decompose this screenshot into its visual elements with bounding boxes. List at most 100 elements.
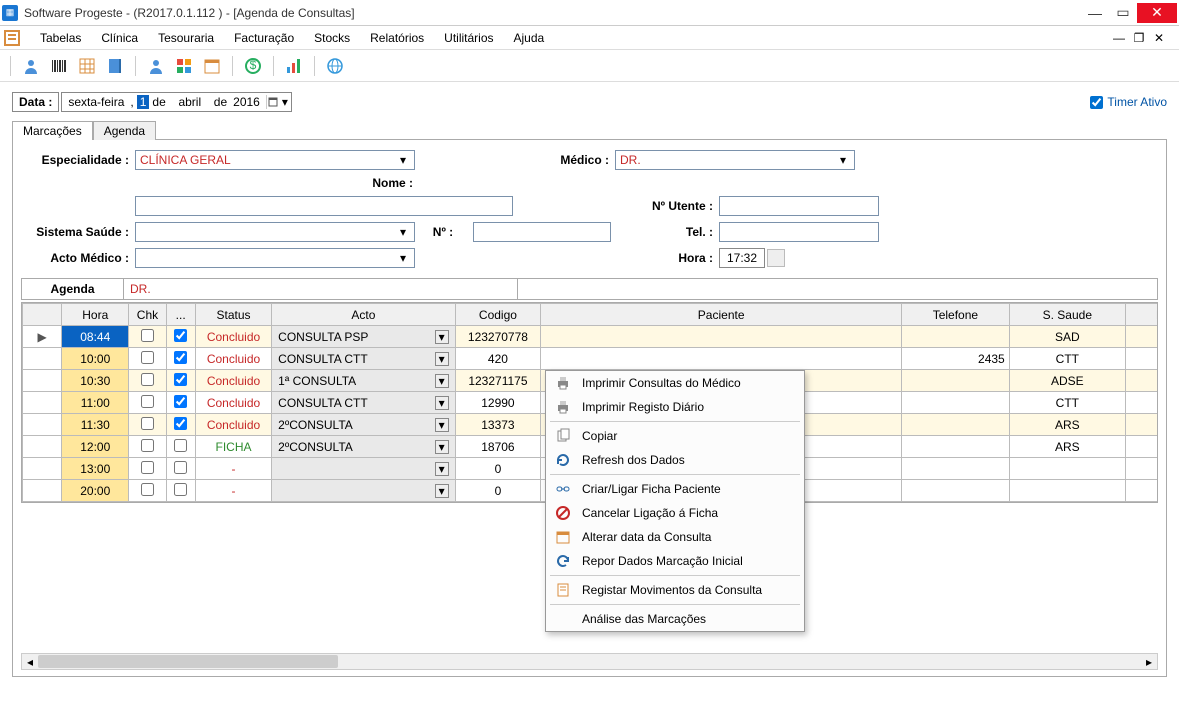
- chevron-down-icon[interactable]: ▾: [435, 484, 449, 498]
- scroll-right-icon[interactable]: ▸: [1141, 654, 1157, 669]
- chevron-down-icon[interactable]: ▾: [435, 374, 449, 388]
- child-restore-button[interactable]: ❐: [1131, 30, 1147, 46]
- toolbar: $: [0, 50, 1179, 82]
- ctx-refresh-dos-dados[interactable]: Refresh dos Dados: [546, 448, 804, 472]
- row-ell[interactable]: [174, 351, 187, 364]
- ctx-registar-movimentos-da-consulta[interactable]: Registar Movimentos da Consulta: [546, 578, 804, 602]
- chevron-down-icon: ▾: [396, 153, 410, 167]
- row-chk[interactable]: [141, 483, 154, 496]
- minimize-button[interactable]: —: [1081, 3, 1109, 23]
- colored-grid-icon[interactable]: [172, 54, 196, 78]
- combo-medico[interactable]: DR.▾: [615, 150, 855, 170]
- titlebar: ▦ Software Progeste - (R2017.0.1.112 ) -…: [0, 0, 1179, 26]
- menubar: TabelasClínicaTesourariaFacturaçãoStocks…: [0, 26, 1179, 50]
- time-button[interactable]: [767, 249, 785, 267]
- person2-icon[interactable]: [144, 54, 168, 78]
- timer-ativo-checkbox[interactable]: Timer Ativo: [1090, 95, 1167, 109]
- barcode-icon[interactable]: [47, 54, 71, 78]
- menu-stocks[interactable]: Stocks: [304, 29, 360, 47]
- horizontal-scrollbar[interactable]: ◂ ▸: [21, 653, 1158, 670]
- row-chk[interactable]: [141, 461, 154, 474]
- row-chk[interactable]: [141, 395, 154, 408]
- agenda-header: Agenda DR.: [21, 278, 1158, 300]
- input-tel[interactable]: [719, 222, 879, 242]
- tab-marcacoes[interactable]: Marcações: [12, 121, 93, 140]
- calendar-dropdown-icon[interactable]: [266, 95, 280, 109]
- chevron-down-icon: ▾: [396, 225, 410, 239]
- globe-icon[interactable]: [323, 54, 347, 78]
- date-picker[interactable]: sexta-feira , 1 de abril de 2016 ▾: [61, 92, 292, 112]
- row-ell[interactable]: [174, 395, 187, 408]
- date-label: Data :: [12, 92, 59, 112]
- row-ell[interactable]: [174, 417, 187, 430]
- child-minimize-button[interactable]: —: [1111, 30, 1127, 46]
- chevron-down-icon[interactable]: ▾: [435, 418, 449, 432]
- menu-utilitários[interactable]: Utilitários: [434, 29, 503, 47]
- chevron-down-icon[interactable]: ▾: [435, 330, 449, 344]
- lbl-tel: Tel. :: [615, 225, 715, 239]
- ctx-repor-dados-marca-o-inicial[interactable]: Repor Dados Marcação Inicial: [546, 549, 804, 573]
- combo-acto[interactable]: ▾: [135, 248, 415, 268]
- ctx-an-lise-das-marca-es[interactable]: Análise das Marcações: [546, 607, 804, 631]
- row-ell[interactable]: [174, 373, 187, 386]
- menu-ajuda[interactable]: Ajuda: [504, 29, 555, 47]
- menu-tabelas[interactable]: Tabelas: [30, 29, 91, 47]
- tab-agenda[interactable]: Agenda: [93, 121, 156, 140]
- ctx-alterar-data-da-consulta[interactable]: Alterar data da Consulta: [546, 525, 804, 549]
- row-ell[interactable]: [174, 329, 187, 342]
- menu-tesouraria[interactable]: Tesouraria: [148, 29, 224, 47]
- ctx-cancelar-liga-o-ficha[interactable]: Cancelar Ligação á Ficha: [546, 501, 804, 525]
- ctx-criar-ligar-ficha-paciente[interactable]: Criar/Ligar Ficha Paciente: [546, 477, 804, 501]
- row-chk[interactable]: [141, 329, 154, 342]
- scroll-thumb[interactable]: [38, 655, 338, 668]
- table-row[interactable]: ▶ 08:44 Concluido CONSULTA PSP▾ 12327077…: [23, 326, 1159, 348]
- book-icon[interactable]: [103, 54, 127, 78]
- chevron-down-icon[interactable]: ▾: [282, 95, 288, 109]
- person-icon[interactable]: [19, 54, 43, 78]
- row-ell[interactable]: [174, 461, 187, 474]
- menu-facturação[interactable]: Facturação: [224, 29, 304, 47]
- app-icon: ▦: [2, 5, 18, 21]
- child-close-button[interactable]: ✕: [1151, 30, 1167, 46]
- menu-relatórios[interactable]: Relatórios: [360, 29, 434, 47]
- input-num[interactable]: [473, 222, 611, 242]
- row-chk[interactable]: [141, 373, 154, 386]
- input-nutente[interactable]: [719, 196, 879, 216]
- menu-clínica[interactable]: Clínica: [91, 29, 148, 47]
- chevron-down-icon[interactable]: ▾: [435, 440, 449, 454]
- combo-sistema[interactable]: ▾: [135, 222, 415, 242]
- print-icon: [554, 398, 572, 416]
- input-nome[interactable]: [135, 196, 513, 216]
- chart-icon[interactable]: [282, 54, 306, 78]
- refresh-money-icon[interactable]: $: [241, 54, 265, 78]
- calendar-icon[interactable]: [200, 54, 224, 78]
- chevron-down-icon[interactable]: ▾: [435, 462, 449, 476]
- row-chk[interactable]: [141, 351, 154, 364]
- row-ell[interactable]: [174, 439, 187, 452]
- ctx-imprimir-registo-di-rio[interactable]: Imprimir Registo Diário: [546, 395, 804, 419]
- context-menu: Imprimir Consultas do MédicoImprimir Reg…: [545, 370, 805, 632]
- ctx-copiar[interactable]: Copiar: [546, 424, 804, 448]
- print-icon: [554, 374, 572, 392]
- copy-icon: [554, 427, 572, 445]
- window-title: Software Progeste - (R2017.0.1.112 ) - […: [24, 6, 1081, 20]
- close-button[interactable]: ✕: [1137, 3, 1177, 23]
- ctx-imprimir-consultas-do-m-dico[interactable]: Imprimir Consultas do Médico: [546, 371, 804, 395]
- chevron-down-icon[interactable]: ▾: [435, 352, 449, 366]
- combo-especialidade[interactable]: CLÍNICA GERAL▾: [135, 150, 415, 170]
- lbl-num: Nº :: [419, 225, 469, 239]
- app-small-icon: [4, 30, 20, 46]
- calendar-icon: [554, 528, 572, 546]
- grid-icon[interactable]: [75, 54, 99, 78]
- input-hora[interactable]: [719, 248, 765, 268]
- table-row[interactable]: 10:00 Concluido CONSULTA CTT▾ 420 2435 C…: [23, 348, 1159, 370]
- chevron-down-icon[interactable]: ▾: [435, 396, 449, 410]
- row-ell[interactable]: [174, 483, 187, 496]
- maximize-button[interactable]: ▭: [1109, 3, 1137, 23]
- lbl-hora: Hora :: [615, 251, 715, 265]
- row-chk[interactable]: [141, 439, 154, 452]
- lbl-acto: Acto Médico :: [21, 251, 131, 265]
- row-chk[interactable]: [141, 417, 154, 430]
- scroll-left-icon[interactable]: ◂: [22, 654, 38, 669]
- refresh-icon: [554, 451, 572, 469]
